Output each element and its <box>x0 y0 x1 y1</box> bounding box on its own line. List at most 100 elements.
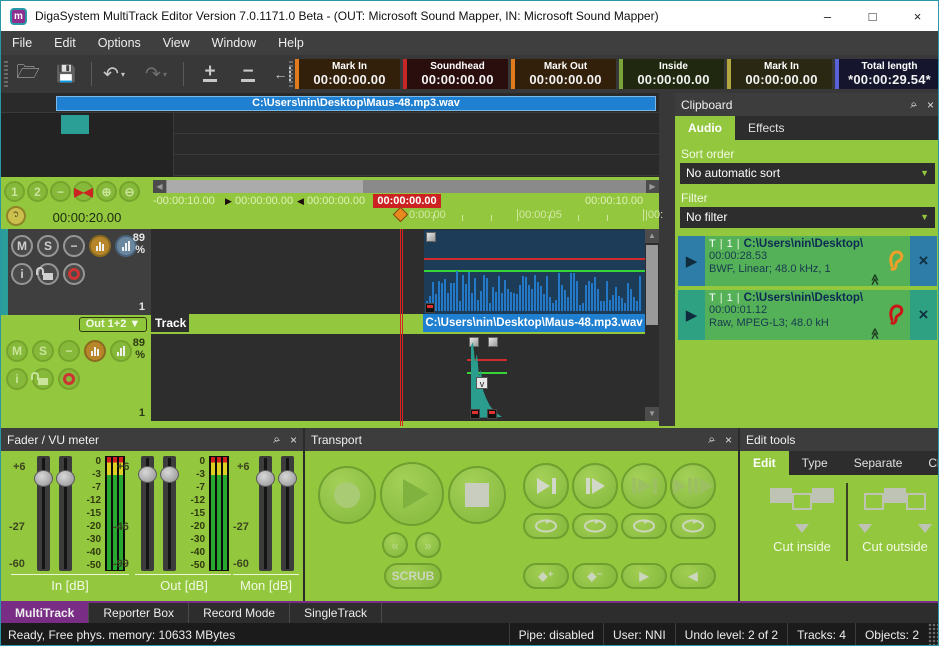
close-icon[interactable]: × <box>927 98 934 112</box>
tab-singletrack[interactable]: SingleTrack <box>290 603 382 623</box>
resize-grip[interactable] <box>928 623 939 646</box>
add-marker-button[interactable]: ◆⁺ <box>523 563 569 589</box>
marker-left-icon[interactable]: ◀ <box>297 196 304 206</box>
fader-knob[interactable] <box>256 470 275 487</box>
forward-button[interactable]: » <box>415 532 441 558</box>
track1-lock-icon[interactable] <box>37 263 59 285</box>
track2-meter2-button[interactable] <box>110 340 132 362</box>
zoom-in-circle-icon[interactable]: ⊕ <box>96 181 117 202</box>
overview-clip-block[interactable] <box>61 115 89 134</box>
expand-icon[interactable]: ≪ <box>869 328 882 338</box>
zoom-out-circle-icon[interactable]: ⊖ <box>119 181 140 202</box>
scrollbar-thumb[interactable] <box>646 245 658 325</box>
tab-audio[interactable]: Audio <box>675 116 735 140</box>
marker-right-icon[interactable]: ▶ <box>225 196 232 206</box>
toolbar-grip[interactable] <box>4 61 8 87</box>
prev-marker-button[interactable]: ◀ <box>670 563 716 589</box>
record-button[interactable] <box>318 466 376 524</box>
scrollbar-thumb[interactable] <box>167 180 363 193</box>
pin-icon[interactable]: ⌕̶ <box>708 432 715 447</box>
track1-select-strip[interactable] <box>1 229 8 315</box>
track2-info-button[interactable]: i <box>6 368 28 390</box>
track2-meter-button[interactable] <box>84 340 106 362</box>
track2-solo-button[interactable]: S <box>32 340 54 362</box>
close-icon[interactable]: × <box>725 433 732 447</box>
play-icon[interactable]: ▶ <box>678 290 705 340</box>
menu-options[interactable]: Options <box>87 31 152 55</box>
object-handle[interactable] <box>426 232 436 242</box>
play-button[interactable] <box>380 462 444 526</box>
loop-button[interactable] <box>572 513 618 539</box>
scroll-left-icon[interactable]: ◀ <box>153 180 166 193</box>
horizontal-scrollbar[interactable]: ◀ ▶ <box>153 180 659 193</box>
track2-lock-icon[interactable] <box>32 368 54 390</box>
fader-knob[interactable] <box>138 466 157 483</box>
collapse-button[interactable]: − <box>50 181 71 202</box>
menu-view[interactable]: View <box>152 31 201 55</box>
track1-meter-button[interactable] <box>89 235 111 257</box>
playhead-cursor[interactable] <box>400 229 403 426</box>
playhead-diamond-icon[interactable] <box>393 207 409 223</box>
play-to-cursor-button[interactable] <box>523 463 569 509</box>
loop-button[interactable] <box>621 513 667 539</box>
fader-slider[interactable] <box>37 456 50 571</box>
volume-point-handle[interactable]: v <box>476 377 488 389</box>
track1-solo-button[interactable]: S <box>37 235 59 257</box>
track1-audio-object[interactable] <box>424 230 645 314</box>
fader-knob[interactable] <box>56 470 75 487</box>
play-icon[interactable]: ▶ <box>678 236 705 286</box>
zoom-preset-2-button[interactable]: 2 <box>27 181 48 202</box>
marks-icon[interactable]: ▶◀ <box>73 181 94 202</box>
fader-slider[interactable] <box>59 456 72 571</box>
object-fade-handle[interactable] <box>487 409 497 419</box>
track2-lane[interactable]: v <box>151 334 645 421</box>
clipboard-item[interactable]: ▶ T|1|C:\Users\nin\Desktop\ 00:00:01.12 … <box>678 290 937 340</box>
minimize-button[interactable]: – <box>805 1 850 31</box>
zoom-in-icon[interactable]: + <box>195 61 225 87</box>
filter-dropdown[interactable]: No filter▼ <box>680 207 935 228</box>
timeline-ruler[interactable]: -00:00:10.00 ▶ 00:00:00.00 ◀ 00:00:00.00… <box>151 194 659 224</box>
zoom-preset-1-button[interactable]: 1 <box>4 181 25 202</box>
play-around-cursor-button[interactable] <box>670 463 716 509</box>
fader-slider[interactable] <box>259 456 272 571</box>
menu-window[interactable]: Window <box>201 31 267 55</box>
track2-mute-button[interactable]: M <box>6 340 28 362</box>
track1-record-button[interactable] <box>63 263 85 285</box>
project-overview[interactable]: C:\Users\nin\Desktop\Maus-48.mp3.wav <box>1 93 659 177</box>
expand-icon[interactable]: ≪ <box>869 274 882 284</box>
clipboard-item[interactable]: ▶ T|1|C:\Users\nin\Desktop\ 00:00:28.53 … <box>678 236 937 286</box>
cut-inside-tool[interactable]: Cut inside <box>758 488 846 554</box>
menu-file[interactable]: File <box>1 31 43 55</box>
track1-mute-button[interactable]: M <box>11 235 33 257</box>
toolbar-grip[interactable] <box>289 61 293 87</box>
track1-info-button[interactable]: i <box>11 263 33 285</box>
tab-type[interactable]: Type <box>789 451 841 475</box>
overview-object-bar[interactable]: C:\Users\nin\Desktop\Maus-48.mp3.wav <box>56 96 656 111</box>
undo-icon[interactable]: ↶▾ <box>99 61 129 87</box>
track1-lane[interactable] <box>151 229 645 314</box>
loop-button[interactable] <box>523 513 569 539</box>
scroll-down-icon[interactable]: ▼ <box>645 407 659 421</box>
open-icon[interactable]: 🗁 <box>13 61 43 87</box>
stop-button[interactable] <box>448 466 506 524</box>
redo-icon[interactable]: ↷▾ <box>141 61 171 87</box>
object-fade-handle[interactable] <box>425 303 435 313</box>
tab-record-mode[interactable]: Record Mode <box>189 603 290 623</box>
maximize-button[interactable]: □ <box>850 1 895 31</box>
pin-icon[interactable]: ⌕̶ <box>910 97 917 112</box>
sort-order-dropdown[interactable]: No automatic sort▼ <box>680 163 935 184</box>
close-button[interactable]: × <box>895 1 939 31</box>
delete-marker-button[interactable]: ◆⁻ <box>572 563 618 589</box>
rewind-button[interactable]: « <box>382 532 408 558</box>
delete-icon[interactable]: × <box>910 236 937 286</box>
mark-line-red[interactable] <box>424 258 645 260</box>
close-icon[interactable]: × <box>290 433 297 447</box>
track1-object-filename[interactable]: C:\Users\nin\Desktop\Maus-48.mp3.wav <box>423 314 645 332</box>
play-to-mark-button[interactable] <box>621 463 667 509</box>
save-icon[interactable]: 💾 <box>51 61 81 87</box>
waveform-zoom-icon[interactable]: ᭡ <box>6 206 26 226</box>
fader-slider[interactable] <box>141 456 154 571</box>
tab-reporter-box[interactable]: Reporter Box <box>89 603 189 623</box>
fader-knob[interactable] <box>34 470 53 487</box>
scroll-up-icon[interactable]: ▲ <box>645 229 659 243</box>
